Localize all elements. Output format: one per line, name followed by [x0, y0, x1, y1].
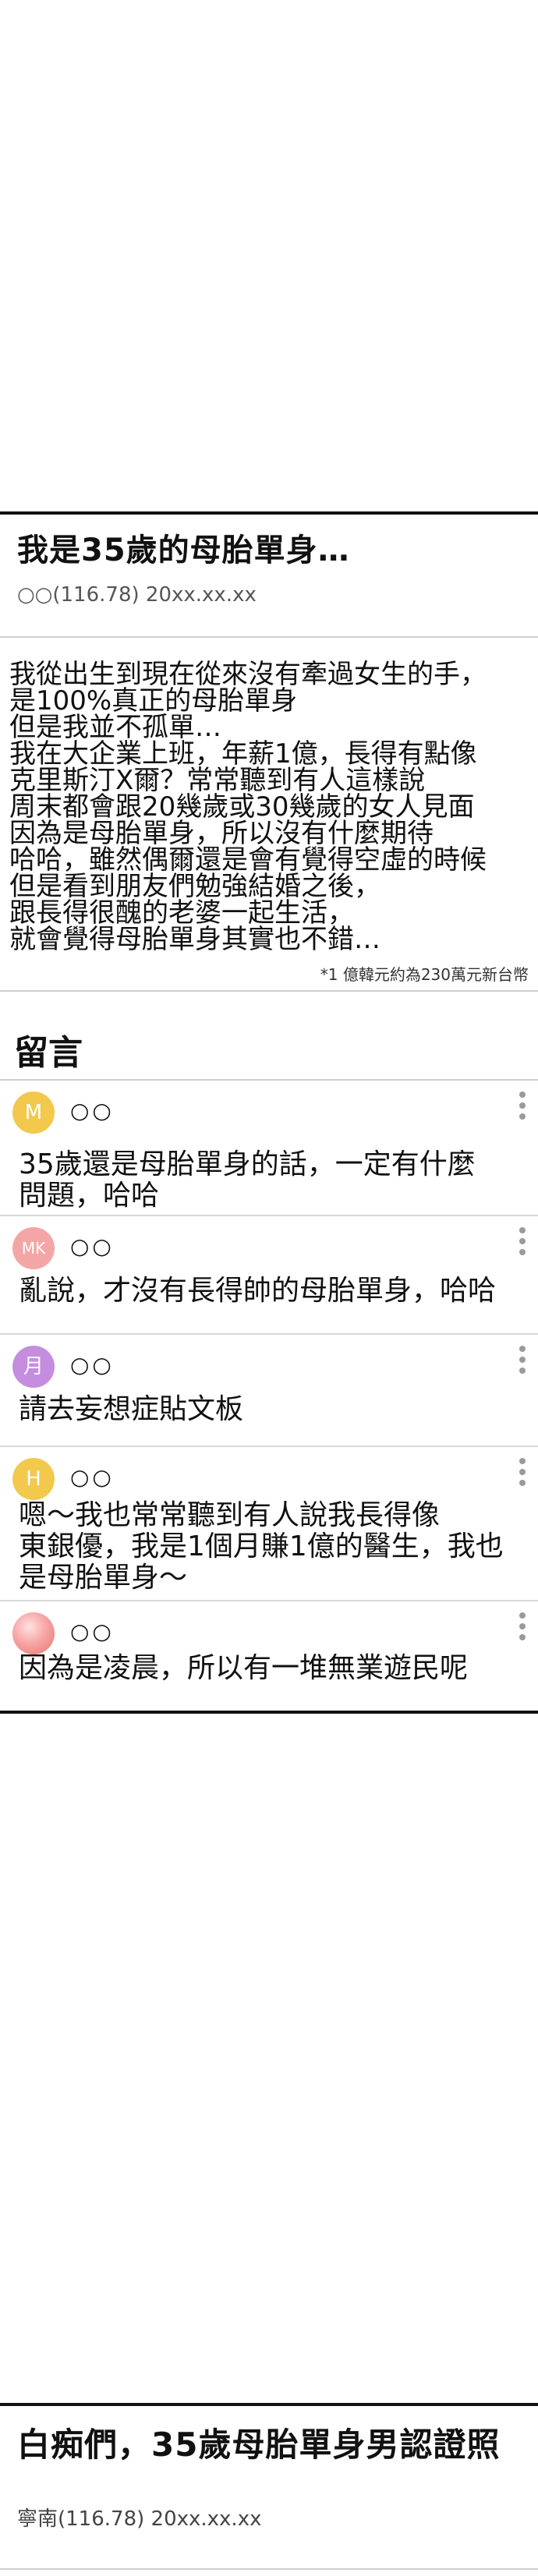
comment-item: ○○ 因為是凌晨，所以有一堆無業遊民呢: [0, 1601, 538, 1711]
body-line: 周末都會跟20幾歲或30幾歲的女人見面: [9, 791, 475, 823]
post-author[interactable]: 寧南(116.78): [17, 2507, 144, 2531]
more-options-icon[interactable]: [519, 1346, 527, 1378]
more-options-icon[interactable]: [519, 1092, 527, 1124]
more-options-icon[interactable]: [519, 1612, 527, 1645]
avatar[interactable]: 月: [12, 1346, 55, 1388]
comment-username[interactable]: ○○: [70, 1098, 115, 1123]
post-body: 我從出生到現在從來沒有牽過女生的手， 是100%真正的母胎單身 但是我並不孤單……: [0, 638, 538, 953]
comment-username[interactable]: ○○: [70, 1619, 115, 1644]
post-title[interactable]: 白痴們，35歲母胎單身男認證照: [0, 2406, 538, 2472]
comment-text: 亂說，才沒有長得帥的母胎單身，哈哈: [0, 1216, 538, 1307]
comment-line: 因為是凌晨，所以有一堆無業遊民呢: [19, 1652, 469, 1684]
post-meta: 寧南(116.78) 20xx.xx.xx: [0, 2472, 538, 2542]
body-line: 因為是母胎單身，所以沒有什麼期待: [9, 818, 434, 849]
footnote: *1 億韓元約為230萬元新台幣: [320, 965, 529, 984]
post-2: 白痴們，35歲母胎單身男認證照 寧南(116.78) 20xx.xx.xx: [0, 2403, 538, 2570]
comments-header: 留言: [14, 1033, 83, 1073]
body-line: 哈哈，雖然偶爾還是會有覺得空虛的時候: [9, 844, 487, 876]
post-date: 20xx.xx.xx: [145, 583, 257, 607]
more-options-icon[interactable]: [519, 1458, 527, 1491]
comment-line: 問題，哈哈: [19, 1180, 160, 1212]
avatar[interactable]: H: [12, 1458, 55, 1500]
comment-username[interactable]: ○○: [70, 1233, 115, 1259]
post-meta: ○○(116.78) 20xx.xx.xx: [0, 566, 538, 622]
body-line: 是100%真正的母胎單身: [9, 685, 298, 717]
body-line: 但是我並不孤單…: [9, 712, 221, 743]
avatar[interactable]: MK: [12, 1227, 55, 1269]
post-title[interactable]: 我是35歲的母胎單身…: [0, 515, 538, 566]
post-author[interactable]: ○○(116.78): [17, 583, 140, 607]
body-line: 但是看到朋友們勉強結婚之後，: [9, 871, 380, 902]
comment-line: 是母胎單身～: [19, 1562, 188, 1594]
comment-line: 嗯～我也常常聽到有人說我長得像: [19, 1499, 441, 1531]
comment-item: 月 ○○ 請去妄想症貼文板: [0, 1335, 538, 1447]
comment-line: 請去妄想症貼文板: [19, 1393, 244, 1425]
body-line: 我在大企業上班，年薪1億，長得有點像: [9, 738, 477, 770]
divider: [0, 990, 538, 992]
comment-text: 請去妄想症貼文板: [0, 1335, 538, 1425]
post-bottom-border: [0, 1711, 538, 1714]
comment-username[interactable]: ○○: [70, 1464, 115, 1490]
body-line: 我從出生到現在從來沒有牽過女生的手，: [9, 659, 487, 690]
comment-line: 亂說，才沒有長得帥的母胎單身，哈哈: [19, 1275, 497, 1307]
comment-username[interactable]: ○○: [70, 1352, 115, 1378]
comment-item: H ○○ 嗯～我也常常聽到有人說我長得像 東銀優，我是1個月賺1億的醫生，我也 …: [0, 1447, 538, 1601]
body-line: 克里斯汀X爾？常常聽到有人這樣說: [9, 765, 426, 796]
post-1: 我是35歲的母胎單身… ○○(116.78) 20xx.xx.xx 我從出生到現…: [0, 511, 538, 1714]
avatar[interactable]: M: [12, 1092, 55, 1134]
post-date: 20xx.xx.xx: [150, 2507, 262, 2531]
comment-item: MK ○○ 亂說，才沒有長得帥的母胎單身，哈哈: [0, 1216, 538, 1335]
avatar[interactable]: [12, 1612, 55, 1654]
comment-line: 35歲還是母胎單身的話，一定有什麼: [19, 1148, 476, 1180]
comment-line: 東銀優，我是1個月賺1億的醫生，我也: [19, 1530, 504, 1562]
divider: [0, 2568, 538, 2570]
body-line: 就會覺得母胎單身其實也不錯…: [9, 924, 380, 955]
body-line: 跟長得很醜的老婆一起生活，: [9, 897, 354, 929]
more-options-icon[interactable]: [519, 1227, 527, 1260]
comment-item: M ○○ 35歲還是母胎單身的話，一定有什麼 問題，哈哈: [0, 1081, 538, 1216]
